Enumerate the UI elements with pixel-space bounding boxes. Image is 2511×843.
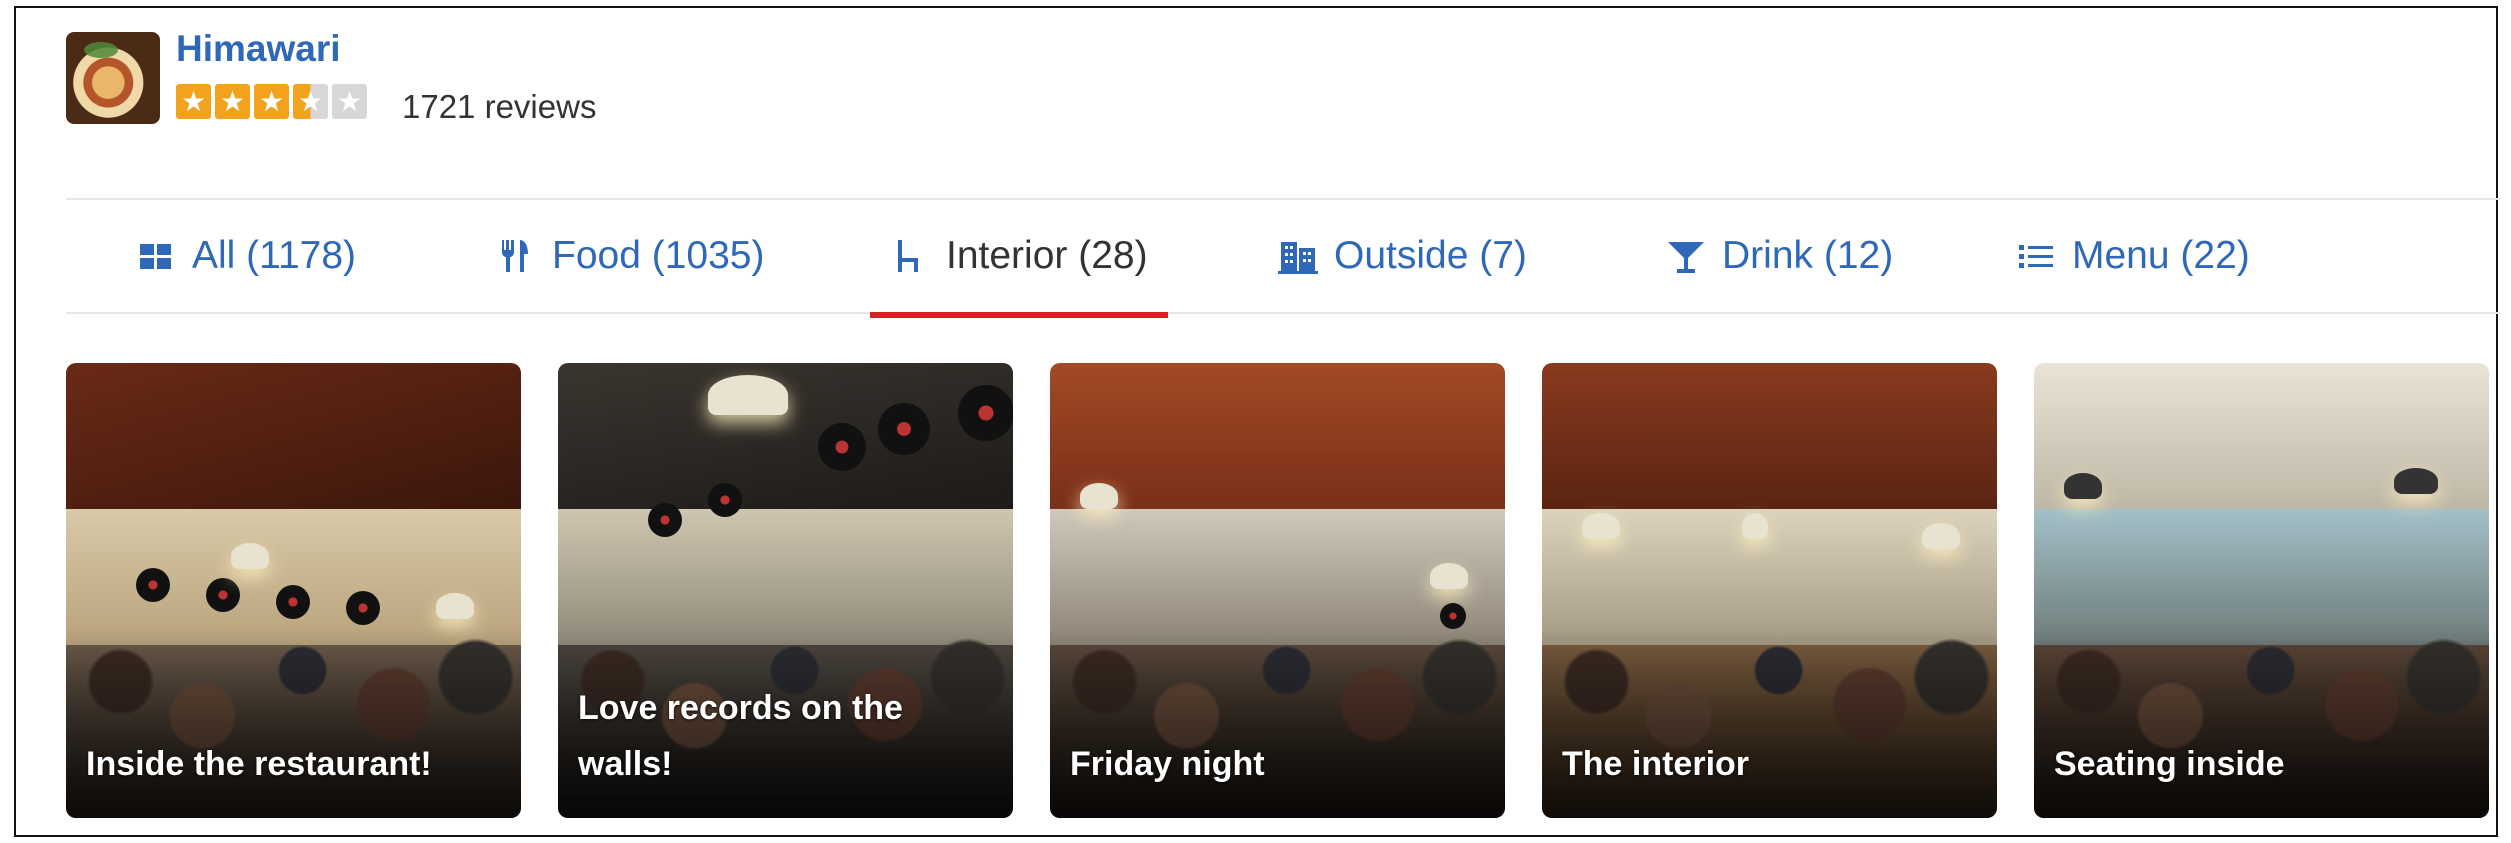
tab-label: All (1178)	[192, 234, 357, 277]
photo-card[interactable]: Seating inside	[2034, 363, 2489, 818]
tab-outside[interactable]: Outside (7)	[1278, 200, 1527, 312]
cocktail-icon	[1668, 242, 1704, 273]
photo-caption: Seating inside	[2054, 745, 2285, 783]
photo-card[interactable]: Love records on the walls!	[558, 363, 1013, 818]
tab-interior[interactable]: Interior (28)	[870, 200, 1168, 318]
star-half-icon: ★	[293, 84, 328, 119]
business-thumbnail[interactable]	[66, 32, 160, 124]
photo-browser-panel: Himawari ★ ★ ★ ★ ★ 1721 reviews All (117…	[14, 6, 2500, 837]
building-icon	[1278, 242, 1318, 274]
tab-food[interactable]: Food (1035)	[496, 200, 764, 312]
review-count[interactable]: 1721 reviews	[402, 88, 596, 126]
tab-label: Food (1035)	[552, 234, 765, 277]
list-icon	[2019, 245, 2053, 268]
star-rating: ★ ★ ★ ★ ★	[176, 84, 367, 119]
photo-caption: The interior	[1562, 745, 1750, 783]
star-icon: ★	[176, 84, 211, 119]
star-empty-icon: ★	[332, 84, 367, 119]
tab-drink[interactable]: Drink (12)	[1666, 200, 1893, 312]
tab-label: Outside (7)	[1334, 234, 1527, 277]
grid-icon	[140, 244, 171, 269]
tab-label: Interior (28)	[946, 234, 1148, 277]
star-icon: ★	[254, 84, 289, 119]
photo-card[interactable]: Inside the restaurant!	[66, 363, 521, 818]
photo-caption: Inside the restaurant!	[86, 745, 432, 783]
photo-card[interactable]: Friday night	[1050, 363, 1505, 818]
tab-all[interactable]: All (1178)	[136, 200, 356, 312]
star-icon: ★	[215, 84, 250, 119]
fork-knife-icon	[502, 240, 528, 272]
photo-caption: Love records on the walls!	[578, 689, 903, 783]
tab-menu[interactable]: Menu (22)	[2016, 200, 2250, 312]
chair-icon	[898, 240, 918, 272]
photo-category-tabs: All (1178) Food (1035) Interior (28) Out…	[66, 198, 2500, 318]
business-name-link[interactable]: Himawari	[176, 28, 341, 70]
tab-label: Menu (22)	[2072, 234, 2250, 277]
photo-caption: Friday night	[1070, 745, 1265, 783]
tab-label: Drink (12)	[1722, 234, 1894, 277]
photo-card[interactable]: The interior	[1542, 363, 1997, 818]
photo-grid: Inside the restaurant! Love records on t…	[66, 363, 2500, 823]
